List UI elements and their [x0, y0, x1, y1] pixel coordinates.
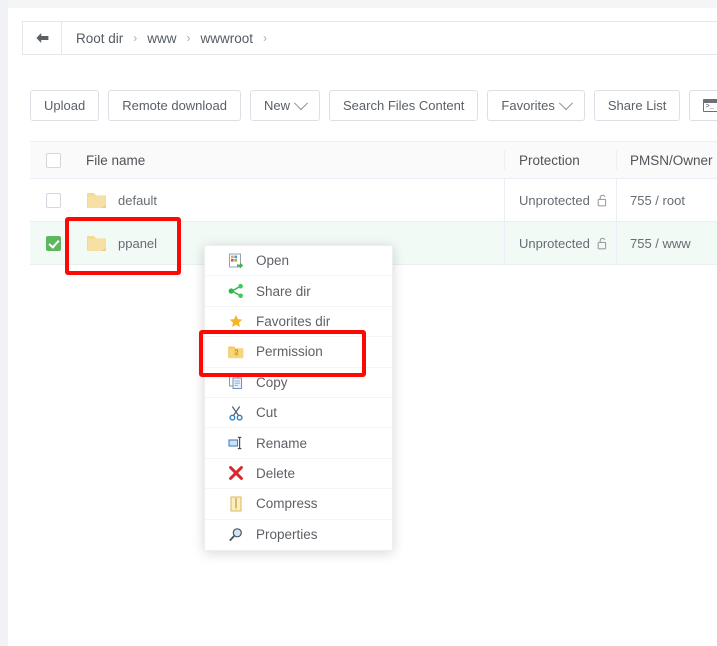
unlock-icon[interactable] — [597, 237, 609, 250]
row-pmsn-owner: 755 / www — [630, 235, 691, 251]
context-menu-item-share-dir[interactable]: Share dir — [205, 276, 392, 307]
page-left-gutter — [0, 0, 8, 646]
open-folder-icon — [227, 252, 244, 269]
context-menu-item-properties[interactable]: Properties — [205, 520, 392, 550]
file-manager-panel: Root dir › www › wwwroot › Upload Remote… — [8, 8, 717, 646]
context-menu-item-compress[interactable]: Compress — [205, 489, 392, 520]
search-files-content-label: Search Files Content — [343, 98, 465, 113]
select-all-cell — [30, 152, 78, 168]
context-menu-item-delete[interactable]: Delete — [205, 459, 392, 490]
row-protection-cell: Unprotected — [504, 222, 616, 264]
header-file-name-label: File name — [86, 152, 146, 168]
terminal-icon — [703, 99, 717, 112]
context-menu-item-permission[interactable]: Permission — [205, 337, 392, 368]
toolbar: Upload Remote download New Search Files … — [30, 90, 717, 121]
context-menu-item-favorites-dir-label: Favorites dir — [256, 313, 331, 329]
share-icon — [227, 283, 244, 300]
context-menu-item-cut[interactable]: Cut — [205, 398, 392, 429]
star-icon — [227, 313, 244, 330]
favorites-button-label: Favorites — [501, 98, 555, 113]
copy-icon — [227, 374, 244, 391]
row-file-name: ppanel — [118, 235, 158, 251]
header-protection-label: Protection — [519, 152, 580, 168]
context-menu-item-compress-label: Compress — [256, 496, 318, 512]
row-file-name-cell[interactable]: default — [78, 191, 504, 209]
breadcrumb-separator: › — [263, 31, 268, 45]
row-checkbox[interactable] — [46, 235, 61, 251]
share-list-button-label: Share List — [607, 98, 667, 113]
folder-lock-icon — [227, 343, 244, 360]
remote-download-button-label: Remote download — [122, 98, 227, 113]
row-pmsn-owner: 755 / root — [630, 192, 685, 208]
context-menu-item-open[interactable]: Open — [205, 246, 392, 277]
terminal-button[interactable]: Terminal — [689, 90, 717, 121]
context-menu-item-rename-label: Rename — [256, 435, 308, 451]
breadcrumb-item-root[interactable]: Root dir — [76, 31, 123, 46]
breadcrumb-separator: › — [186, 31, 191, 45]
context-menu-item-copy-label: Copy — [256, 374, 288, 390]
delete-x-icon — [227, 465, 244, 482]
breadcrumb: Root dir › www › wwwroot › — [22, 21, 717, 55]
select-all-checkbox[interactable] — [46, 152, 61, 168]
context-menu-item-cut-label: Cut — [256, 405, 278, 421]
context-menu: Open Share dir Favorites dir Permission … — [204, 245, 393, 551]
zip-icon — [227, 495, 244, 512]
chevron-down-icon — [558, 95, 573, 110]
header-pmsn-owner[interactable]: PMSN/Owner — [616, 150, 717, 170]
row-protection-cell: Unprotected — [504, 179, 616, 221]
magnifier-icon — [227, 526, 244, 543]
arrow-left-icon — [35, 33, 48, 43]
header-pmsn-owner-label: PMSN/Owner — [630, 152, 713, 168]
table-row[interactable]: default Unprotected 755 / root Ca — [30, 179, 717, 222]
search-files-content-button[interactable]: Search Files Content — [329, 90, 479, 121]
context-menu-item-share-dir-label: Share dir — [256, 283, 311, 299]
context-menu-item-open-label: Open — [256, 253, 290, 269]
row-pmsn-owner-cell: 755 / root — [616, 179, 717, 221]
favorites-button[interactable]: Favorites — [487, 90, 585, 121]
folder-icon — [86, 191, 107, 209]
new-button[interactable]: New — [250, 90, 321, 121]
row-file-name: default — [118, 192, 158, 208]
row-select-cell — [30, 235, 78, 251]
scissors-icon — [227, 404, 244, 421]
header-file-name[interactable]: File name — [78, 153, 504, 168]
upload-button[interactable]: Upload — [30, 90, 100, 121]
new-button-label: New — [264, 98, 291, 113]
folder-icon — [86, 234, 107, 252]
breadcrumb-item-www[interactable]: www — [147, 31, 176, 46]
row-protection-status: Unprotected — [519, 235, 590, 251]
remote-download-button[interactable]: Remote download — [108, 90, 241, 121]
row-select-cell — [30, 192, 78, 208]
header-protection[interactable]: Protection — [504, 150, 616, 170]
row-checkbox[interactable] — [46, 192, 61, 208]
row-protection-status: Unprotected — [519, 192, 590, 208]
context-menu-item-rename[interactable]: Rename — [205, 428, 392, 459]
share-list-button[interactable]: Share List — [593, 90, 681, 121]
upload-button-label: Upload — [44, 98, 86, 113]
context-menu-item-favorites-dir[interactable]: Favorites dir — [205, 307, 392, 338]
chevron-down-icon — [293, 95, 309, 110]
unlock-icon[interactable] — [597, 194, 609, 207]
context-menu-item-delete-label: Delete — [256, 465, 296, 481]
back-button[interactable] — [23, 22, 62, 54]
context-menu-item-permission-label: Permission — [256, 344, 323, 360]
page-top-gutter — [8, 0, 717, 8]
breadcrumb-items: Root dir › www › wwwroot › — [62, 22, 277, 54]
table-header-row: File name Protection PMSN/Owner Si — [30, 141, 717, 179]
breadcrumb-item-wwwroot[interactable]: wwwroot — [201, 31, 254, 46]
row-pmsn-owner-cell: 755 / www — [616, 222, 717, 264]
context-menu-item-properties-label: Properties — [256, 527, 318, 543]
rename-icon — [227, 435, 244, 452]
context-menu-item-copy[interactable]: Copy — [205, 368, 392, 398]
breadcrumb-separator: › — [133, 31, 138, 45]
